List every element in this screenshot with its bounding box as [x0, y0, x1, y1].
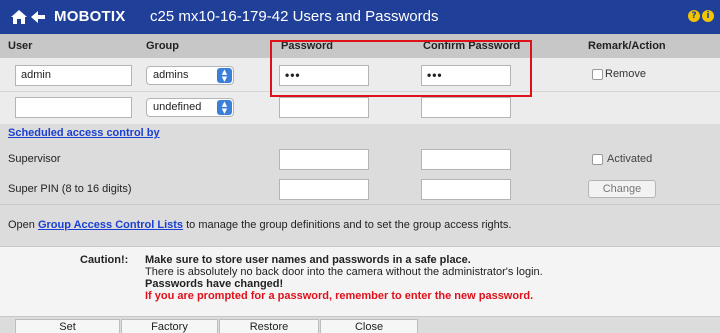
- group-acl-prefix: Open: [8, 219, 38, 231]
- set-button[interactable]: Set: [15, 319, 120, 333]
- password-highlight-box: [270, 40, 532, 97]
- caution-section: Caution!: Make sure to store user names …: [0, 246, 720, 316]
- close-button[interactable]: Close: [320, 319, 418, 333]
- restore-button[interactable]: Restore: [219, 319, 319, 333]
- group-acl-text: Open Group Access Control Lists to manag…: [8, 219, 511, 231]
- caution-messages: Make sure to store user names and passwo…: [145, 254, 543, 302]
- user-name-field[interactable]: admin: [15, 65, 132, 86]
- scheduled-access-row: Scheduled access control by: [0, 124, 720, 144]
- home-icon[interactable]: [10, 9, 28, 25]
- activated-label: Activated: [607, 153, 653, 165]
- super-pin-label: Super PIN (8 to 16 digits): [8, 183, 132, 195]
- new-confirm-password-field[interactable]: [421, 97, 511, 118]
- factory-button[interactable]: Factory: [121, 319, 218, 333]
- activated-checkbox[interactable]: [592, 154, 603, 165]
- new-password-field[interactable]: [279, 97, 369, 118]
- supervisor-row: Supervisor Activated: [0, 144, 720, 174]
- new-group-select[interactable]: undefined ▲ ▼: [146, 98, 234, 117]
- caution-line-4: If you are prompted for a password, reme…: [145, 290, 534, 302]
- group-select[interactable]: admins ▲ ▼: [146, 66, 234, 85]
- select-arrows-icon: ▲ ▼: [217, 68, 232, 83]
- supervisor-password-field[interactable]: [279, 149, 369, 170]
- title-bar: MOBOTIX c25 mx10-16-179-42 Users and Pas…: [0, 0, 720, 34]
- action-buttons-row: Set Factory Restore Close: [0, 316, 720, 333]
- caution-line-1: Make sure to store user names and passwo…: [145, 254, 471, 266]
- caution-label: Caution!:: [80, 254, 129, 266]
- brand-name: MOBOTIX: [54, 8, 126, 25]
- column-user: User: [8, 40, 33, 52]
- back-arrow-icon[interactable]: [30, 9, 46, 25]
- scheduled-access-link[interactable]: Scheduled access control by: [8, 127, 160, 139]
- column-remark-action: Remark/Action: [588, 40, 666, 52]
- caution-line-3: Passwords have changed!: [145, 278, 284, 290]
- group-acl-suffix: to manage the group definitions and to s…: [183, 219, 512, 231]
- super-pin-field[interactable]: [279, 179, 369, 200]
- caution-line-2: There is absolutely no back door into th…: [145, 266, 543, 278]
- new-group-select-value: undefined: [153, 101, 202, 113]
- select-arrows-icon: ▲ ▼: [217, 100, 232, 115]
- page-title: c25 mx10-16-179-42 Users and Passwords: [150, 8, 439, 25]
- supervisor-label: Supervisor: [8, 153, 61, 165]
- super-pin-confirm-field[interactable]: [421, 179, 511, 200]
- remove-label: Remove: [605, 68, 646, 80]
- help-icons: ? i: [688, 10, 714, 22]
- supervisor-confirm-field[interactable]: [421, 149, 511, 170]
- new-user-name-field[interactable]: [15, 97, 132, 118]
- remove-checkbox[interactable]: [592, 69, 603, 80]
- group-acl-link[interactable]: Group Access Control Lists: [38, 219, 183, 231]
- super-pin-row: Super PIN (8 to 16 digits) Change: [0, 174, 720, 204]
- column-group: Group: [146, 40, 179, 52]
- group-select-value: admins: [153, 69, 189, 81]
- info-icon[interactable]: i: [702, 10, 714, 22]
- change-button[interactable]: Change: [588, 180, 656, 198]
- group-acl-row: Open Group Access Control Lists to manag…: [0, 204, 720, 246]
- help-icon[interactable]: ?: [688, 10, 700, 22]
